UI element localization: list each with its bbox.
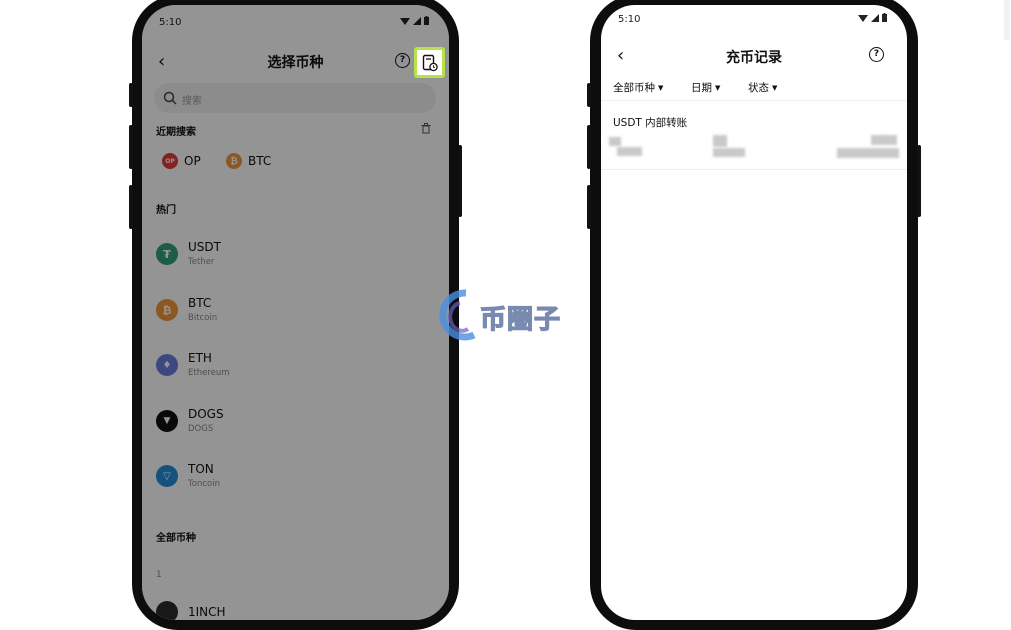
- coin-name: Bitcoin: [188, 313, 218, 323]
- blurred-date: [713, 148, 745, 157]
- filter-date[interactable]: 日期 ▼: [691, 80, 720, 95]
- coin-symbol: BTC: [188, 296, 212, 310]
- btc-coin-icon: ₿: [226, 153, 242, 169]
- coin-row-eth[interactable]: ♦ ETH Ethereum: [156, 351, 230, 379]
- dogs-coin-icon: ▼: [156, 410, 178, 432]
- power-button: [917, 145, 921, 217]
- volume-button: [129, 185, 133, 229]
- screen-select-coin: 5:10 ‹ 选择币种 ? 搜索 近期搜索 OP OP ₿ BTC 热门 ₮ U…: [142, 5, 449, 620]
- edge-strip: [1004, 0, 1010, 40]
- battery-icon: [882, 13, 887, 22]
- help-icon[interactable]: ?: [869, 47, 884, 62]
- filter-label: 日期: [691, 82, 712, 94]
- index-letter: 1: [156, 570, 162, 580]
- coin-row-1inch[interactable]: 1INCH: [156, 601, 226, 620]
- volume-button: [129, 125, 133, 169]
- blurred-amount: [609, 137, 621, 146]
- op-coin-icon: OP: [162, 153, 178, 169]
- blurred-date: [713, 135, 727, 147]
- coin-name: Toncoin: [188, 479, 220, 489]
- power-button: [458, 145, 462, 217]
- eth-coin-icon: ♦: [156, 354, 178, 376]
- coin-name: Ethereum: [188, 368, 230, 378]
- wifi-icon: [400, 17, 410, 25]
- status-icons: [400, 16, 429, 25]
- coin-name: DOGS: [188, 424, 214, 434]
- filter-label: 状态: [748, 82, 769, 94]
- coin-row-dogs[interactable]: ▼ DOGS DOGS: [156, 407, 224, 435]
- coin-symbol: USDT: [188, 240, 221, 254]
- caret-down-icon: ▼: [772, 83, 778, 92]
- volume-button: [587, 125, 591, 169]
- status-icons: [858, 13, 887, 22]
- filter-status[interactable]: 状态 ▼: [748, 80, 777, 95]
- all-coins-label: 全部币种: [156, 533, 196, 544]
- volume-button: [587, 83, 591, 107]
- watermark: 币圈子: [430, 285, 580, 345]
- recent-chip-op[interactable]: OP OP: [162, 153, 201, 169]
- 1inch-coin-icon: [156, 601, 178, 620]
- record-title: USDT 内部转账: [613, 117, 688, 129]
- phone-right: 5:10 ‹ 充币记录 ? 全部币种 ▼ 日期 ▼ 状态 ▼ USDT 内部转账: [587, 0, 921, 630]
- help-icon[interactable]: ?: [395, 53, 410, 68]
- watermark-text: 币圈子: [479, 304, 562, 335]
- coin-symbol: TON: [188, 462, 214, 476]
- signal-icon: [413, 16, 421, 25]
- trash-icon[interactable]: [421, 123, 431, 134]
- blurred-status: [837, 148, 899, 158]
- status-time: 5:10: [159, 17, 182, 28]
- history-button-highlight[interactable]: [414, 47, 445, 78]
- recent-search-label: 近期搜索: [156, 127, 196, 138]
- divider: [601, 169, 907, 170]
- phone-left: 5:10 ‹ 选择币种 ? 搜索 近期搜索 OP OP ₿ BTC 热门 ₮ U…: [129, 0, 462, 630]
- page-title: 充币记录: [726, 50, 782, 66]
- status-time: 5:10: [618, 14, 641, 25]
- caret-down-icon: ▼: [658, 83, 664, 92]
- coin-name: Tether: [188, 257, 215, 267]
- ton-coin-icon: ▽: [156, 465, 178, 487]
- caret-down-icon: ▼: [715, 83, 721, 92]
- record-item[interactable]: USDT 内部转账: [601, 105, 907, 169]
- usdt-coin-icon: ₮: [156, 243, 178, 265]
- volume-button: [129, 83, 133, 107]
- wifi-icon: [858, 14, 868, 22]
- recent-chip-label: BTC: [248, 154, 272, 168]
- coin-row-ton[interactable]: ▽ TON Toncoin: [156, 462, 220, 490]
- coin-row-usdt[interactable]: ₮ USDT Tether: [156, 240, 221, 268]
- screen-deposit-records: 5:10 ‹ 充币记录 ? 全部币种 ▼ 日期 ▼ 状态 ▼ USDT 内部转账: [601, 5, 907, 620]
- battery-icon: [424, 16, 429, 25]
- coin-row-btc[interactable]: ₿ BTC Bitcoin: [156, 296, 217, 324]
- recent-chip-label: OP: [184, 154, 201, 168]
- record-history-icon: [422, 54, 438, 71]
- coin-symbol: DOGS: [188, 407, 224, 421]
- hot-label: 热门: [156, 205, 176, 216]
- btc-coin-icon: ₿: [156, 299, 178, 321]
- filter-label: 全部币种: [613, 82, 655, 94]
- search-icon: [163, 91, 177, 105]
- coin-symbol: 1INCH: [188, 605, 226, 619]
- filter-coin[interactable]: 全部币种 ▼: [613, 80, 663, 95]
- volume-button: [587, 185, 591, 229]
- blurred-status: [871, 135, 897, 145]
- blurred-amount: [617, 147, 642, 156]
- coin-symbol: ETH: [188, 351, 212, 365]
- signal-icon: [871, 13, 879, 22]
- search-placeholder: 搜索: [182, 96, 202, 107]
- search-input[interactable]: 搜索: [154, 83, 436, 113]
- divider: [601, 100, 907, 101]
- recent-chip-btc[interactable]: ₿ BTC: [226, 153, 271, 169]
